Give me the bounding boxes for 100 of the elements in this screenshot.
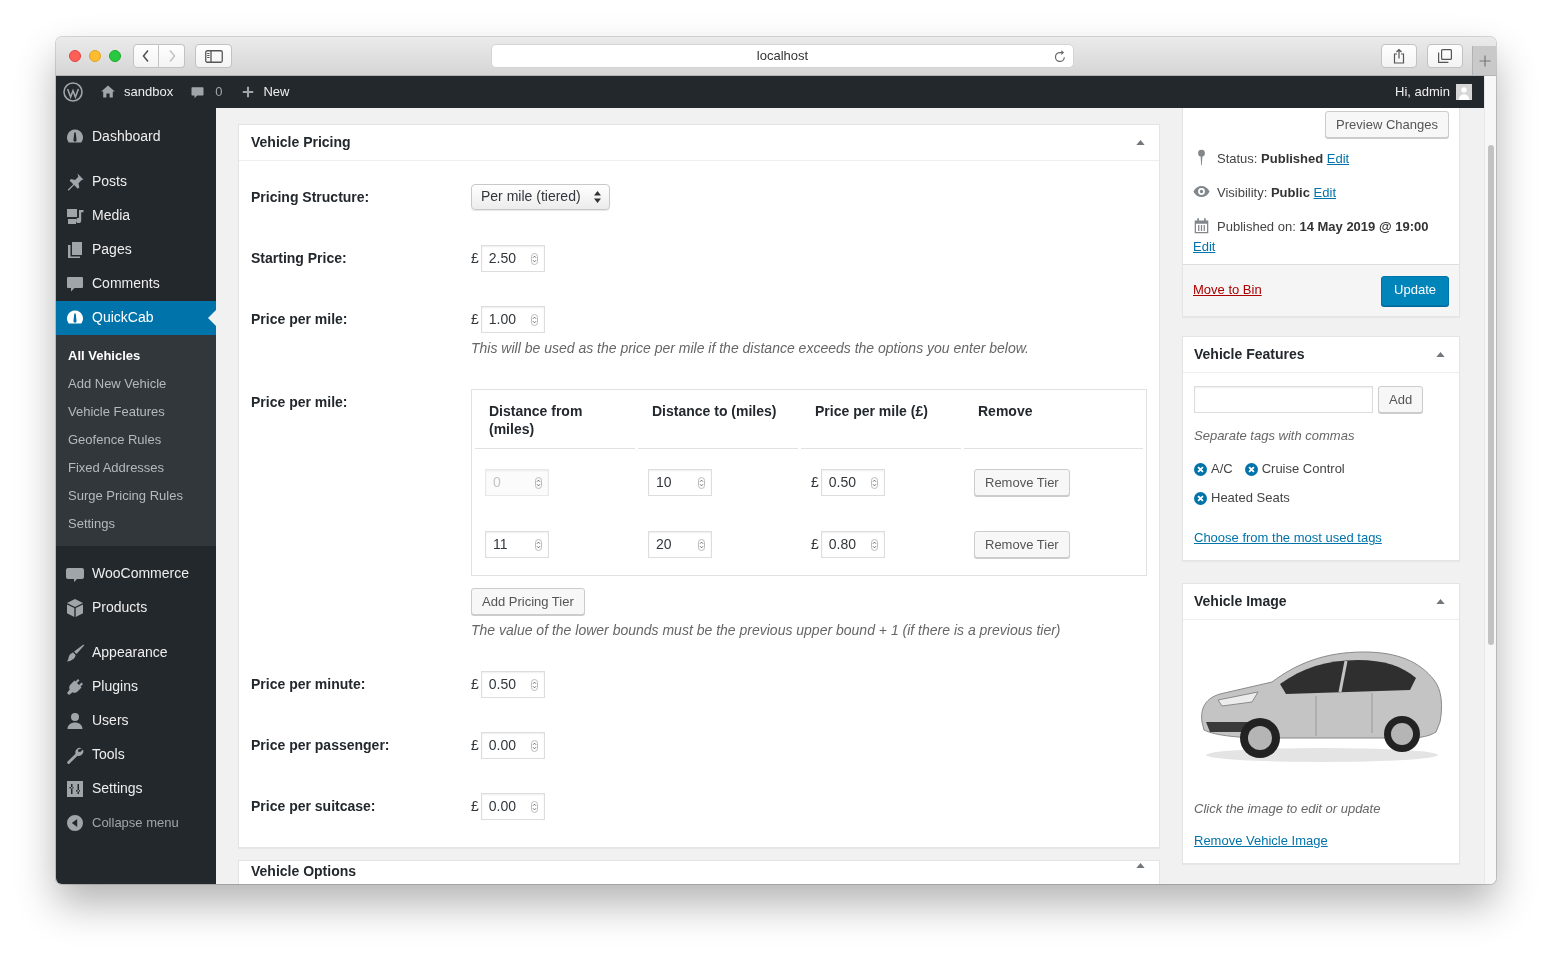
menu-item[interactable]: Posts — [56, 165, 216, 199]
menu-item[interactable]: Users — [56, 704, 216, 738]
submenu-item[interactable]: Fixed Addresses — [56, 454, 216, 482]
caret-up-icon[interactable] — [1136, 140, 1145, 145]
menu-item[interactable]: Plugins — [56, 670, 216, 704]
tabs-button[interactable] — [1427, 44, 1463, 68]
tabs-icon — [1438, 49, 1452, 63]
visibility-text: Visibility: Public — [1217, 185, 1310, 200]
account-link[interactable]: Hi, admin — [1395, 82, 1472, 102]
speech-bubble-icon — [65, 274, 85, 294]
address-field[interactable]: localhost — [491, 44, 1074, 68]
menu-item[interactable]: WooCommerce — [56, 557, 216, 591]
sliders-icon — [65, 779, 85, 799]
remove-tag-icon[interactable] — [1244, 462, 1258, 476]
menu-item[interactable]: Comments — [56, 267, 216, 301]
edit-link[interactable]: Edit — [1313, 185, 1336, 200]
remove-tag-icon[interactable] — [1194, 491, 1207, 505]
zoom-window-icon[interactable] — [109, 50, 121, 62]
close-window-icon[interactable] — [69, 50, 81, 62]
edit-link[interactable]: Edit — [1193, 239, 1216, 254]
minimize-window-icon[interactable] — [89, 50, 101, 62]
menu-item[interactable]: Products — [56, 591, 216, 625]
reload-icon[interactable] — [1054, 49, 1066, 63]
caret-up-icon[interactable] — [1136, 863, 1145, 868]
new-tab-button[interactable] — [1472, 46, 1496, 75]
field-label: Price per minute: — [251, 675, 367, 694]
menu-item[interactable]: Dashboard — [56, 120, 216, 154]
avatar-icon — [1456, 84, 1472, 100]
menu-item[interactable]: Media — [56, 199, 216, 233]
remove-image-link[interactable]: Remove Vehicle Image — [1194, 831, 1328, 851]
add-tier-button[interactable]: Add Pricing Tier — [471, 588, 585, 615]
caret-up-icon[interactable] — [1436, 599, 1445, 604]
delete-link[interactable]: Move to Bin — [1193, 281, 1262, 300]
spinner-arrows-icon[interactable] — [698, 538, 705, 551]
share-button[interactable] — [1381, 44, 1417, 68]
number-field[interactable]: 10 — [648, 469, 712, 496]
spinner-arrows-icon[interactable] — [530, 252, 538, 265]
column-header: Remove — [964, 390, 1143, 449]
brush-icon — [65, 643, 85, 663]
menu-item[interactable]: QuickCab — [56, 301, 216, 335]
most-used-tags-link[interactable]: Choose from the most used tags — [1194, 528, 1382, 548]
remove-tier-button[interactable]: Remove Tier — [974, 469, 1070, 496]
number-field[interactable]: 0.00 — [480, 793, 545, 820]
sidebar-icon — [204, 49, 223, 63]
back-button[interactable] — [133, 44, 159, 68]
speech-bubble-icon — [190, 84, 206, 100]
chevron-left-icon — [141, 49, 151, 63]
submenu-item[interactable]: Geofence Rules — [56, 426, 216, 454]
share-icon — [1393, 48, 1405, 64]
logo-button[interactable] — [63, 82, 83, 102]
sidebar-toggle-button[interactable] — [195, 44, 232, 68]
site-link[interactable]: sandbox — [100, 82, 174, 102]
plug-icon — [65, 677, 85, 697]
currency-symbol: £ — [471, 735, 479, 755]
submenu-item[interactable]: Settings — [56, 510, 216, 538]
number-field[interactable]: 0.50 — [820, 469, 885, 496]
dropdown-select[interactable]: Per mile (tiered) — [471, 184, 610, 210]
remove-tag-icon[interactable] — [1194, 462, 1207, 476]
number-field[interactable]: 2.50 — [480, 245, 545, 272]
field-label: Price per mile: — [251, 310, 349, 329]
update-button[interactable]: Update — [1381, 275, 1449, 306]
submenu-item[interactable]: All Vehicles — [56, 342, 216, 370]
number-field[interactable]: 11 — [485, 531, 549, 558]
spinner-arrows-icon[interactable] — [530, 678, 538, 691]
menu-item[interactable]: Appearance — [56, 636, 216, 670]
add-tag-button[interactable]: Add — [1378, 386, 1424, 413]
currency-symbol: £ — [471, 248, 479, 268]
spinner-arrows-icon[interactable] — [530, 739, 538, 752]
menu-item[interactable]: Tools — [56, 738, 216, 772]
submenu-item[interactable]: Add New Vehicle — [56, 370, 216, 398]
caret-up-icon[interactable] — [1436, 352, 1445, 357]
spinner-arrows-icon[interactable] — [870, 538, 878, 551]
spinner-arrows-icon[interactable] — [530, 313, 538, 326]
edit-link[interactable]: Edit — [1326, 151, 1350, 166]
spinner-arrows-icon[interactable] — [530, 800, 538, 813]
submenu-item[interactable]: Vehicle Features — [56, 398, 216, 426]
number-field[interactable]: 0.00 — [480, 732, 545, 759]
remove-tier-button[interactable]: Remove Tier — [974, 531, 1070, 558]
spinner-arrows-icon[interactable] — [870, 476, 878, 489]
hint-text: Click the image to edit or update — [1194, 800, 1382, 818]
new-content-link[interactable]: New — [241, 82, 290, 102]
number-field[interactable]: 1.00 — [480, 306, 545, 333]
tag-label: A/C — [1211, 460, 1233, 478]
number-field[interactable]: 20 — [648, 531, 712, 558]
comments-link[interactable]: 0 — [190, 82, 223, 102]
menu-item[interactable]: Pages — [56, 233, 216, 267]
preview-button[interactable]: Preview Changes — [1325, 111, 1449, 138]
panel-title: Vehicle Image — [1194, 593, 1287, 610]
box-icon — [65, 598, 85, 618]
tag-input-field[interactable] — [1194, 386, 1373, 413]
number-field[interactable]: 0.80 — [820, 531, 885, 558]
publish-date-text: Published on: 14 May 2019 @ 19:00 — [1217, 219, 1429, 234]
menu-item[interactable]: Settings — [56, 772, 216, 806]
number-field[interactable]: 0.50 — [480, 671, 545, 698]
submenu-item[interactable]: Surge Pricing Rules — [56, 482, 216, 510]
spinner-arrows-icon[interactable] — [535, 538, 542, 551]
field-label: Price per passenger: — [251, 736, 391, 755]
spinner-arrows-icon[interactable] — [698, 476, 705, 489]
collapse-menu-button[interactable]: Collapse menu — [56, 806, 216, 840]
scrollbar-thumb[interactable] — [1488, 145, 1494, 645]
